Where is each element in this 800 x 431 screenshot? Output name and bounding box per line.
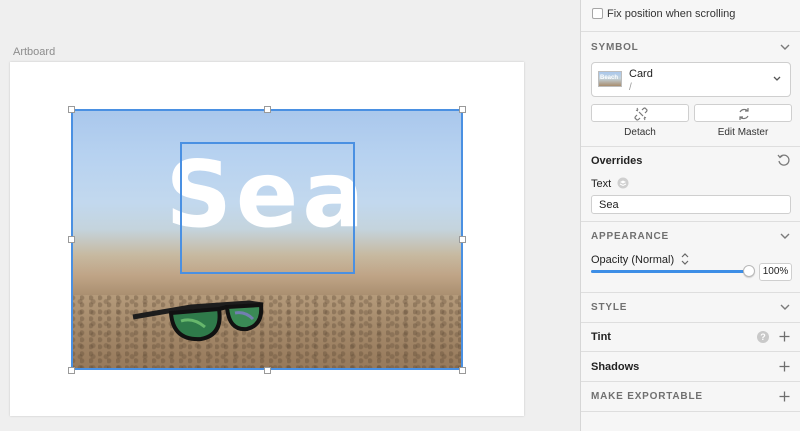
divider <box>581 351 800 352</box>
plus-icon[interactable] <box>779 331 790 342</box>
opacity-blend-label[interactable]: Opacity (Normal) <box>591 254 674 266</box>
divider <box>581 221 800 222</box>
inspector-panel: Fix position when scrolling SYMBOL Beach… <box>580 0 800 431</box>
resize-handle-top[interactable] <box>264 106 271 113</box>
resize-handle-bottom-right[interactable] <box>459 367 466 374</box>
fix-position-checkbox[interactable] <box>592 8 603 19</box>
opacity-slider-track[interactable] <box>591 270 749 273</box>
plus-icon[interactable] <box>779 361 790 372</box>
divider <box>581 381 800 382</box>
symbol-section-title[interactable]: SYMBOL <box>591 42 639 53</box>
artboard-label[interactable]: Artboard <box>13 46 55 58</box>
appearance-section-title[interactable]: APPEARANCE <box>591 231 669 242</box>
divider <box>581 411 800 412</box>
divider <box>581 146 800 147</box>
symbol-name: Card <box>629 68 653 80</box>
make-exportable-title[interactable]: MAKE EXPORTABLE <box>591 391 703 402</box>
text-layer-outline <box>180 142 355 274</box>
fix-position-label[interactable]: Fix position when scrolling <box>607 8 735 20</box>
symbol-thumbnail: Beach <box>598 71 622 87</box>
symbol-thumbnail-text: Beach <box>600 75 619 81</box>
shadows-title: Shadows <box>591 361 640 373</box>
resize-handle-bottom[interactable] <box>264 367 271 374</box>
detach-label[interactable]: Detach <box>591 127 689 138</box>
resize-handle-bottom-left[interactable] <box>68 367 75 374</box>
reset-icon[interactable] <box>777 153 791 167</box>
symbol-picker[interactable]: Beach Card / <box>591 62 791 97</box>
updown-chevron-icon[interactable] <box>681 253 689 265</box>
style-section-title[interactable]: STYLE <box>591 302 627 313</box>
chevron-down-icon[interactable] <box>780 232 790 240</box>
divider <box>581 292 800 293</box>
chevron-down-icon[interactable] <box>780 43 790 51</box>
canvas[interactable]: Artboard Sea <box>0 0 580 431</box>
opacity-slider-knob[interactable] <box>743 265 755 277</box>
symbol-path: / <box>629 82 632 93</box>
text-override-input[interactable] <box>591 195 791 214</box>
help-icon[interactable]: ? <box>757 331 769 343</box>
text-override-label: Text <box>591 178 612 190</box>
chevron-down-icon[interactable] <box>780 303 790 311</box>
resize-handle-top-left[interactable] <box>68 106 75 113</box>
overrides-title: Overrides <box>591 155 643 167</box>
edit-master-button[interactable] <box>694 104 792 122</box>
unlink-icon <box>634 107 648 121</box>
resize-handle-right[interactable] <box>459 236 466 243</box>
resize-handle-left[interactable] <box>68 236 75 243</box>
edit-master-label[interactable]: Edit Master <box>694 127 792 138</box>
resize-handle-top-right[interactable] <box>459 106 466 113</box>
opacity-slider-fill <box>591 270 749 273</box>
refresh-icon <box>739 108 749 120</box>
plus-icon[interactable] <box>779 391 790 402</box>
detach-button[interactable] <box>591 104 689 122</box>
divider <box>581 31 800 32</box>
chevron-down-icon <box>773 76 781 81</box>
layers-icon[interactable] <box>617 177 629 189</box>
tint-title: Tint <box>591 331 611 343</box>
divider <box>581 322 800 323</box>
opacity-value-input[interactable]: 100% <box>759 263 792 281</box>
